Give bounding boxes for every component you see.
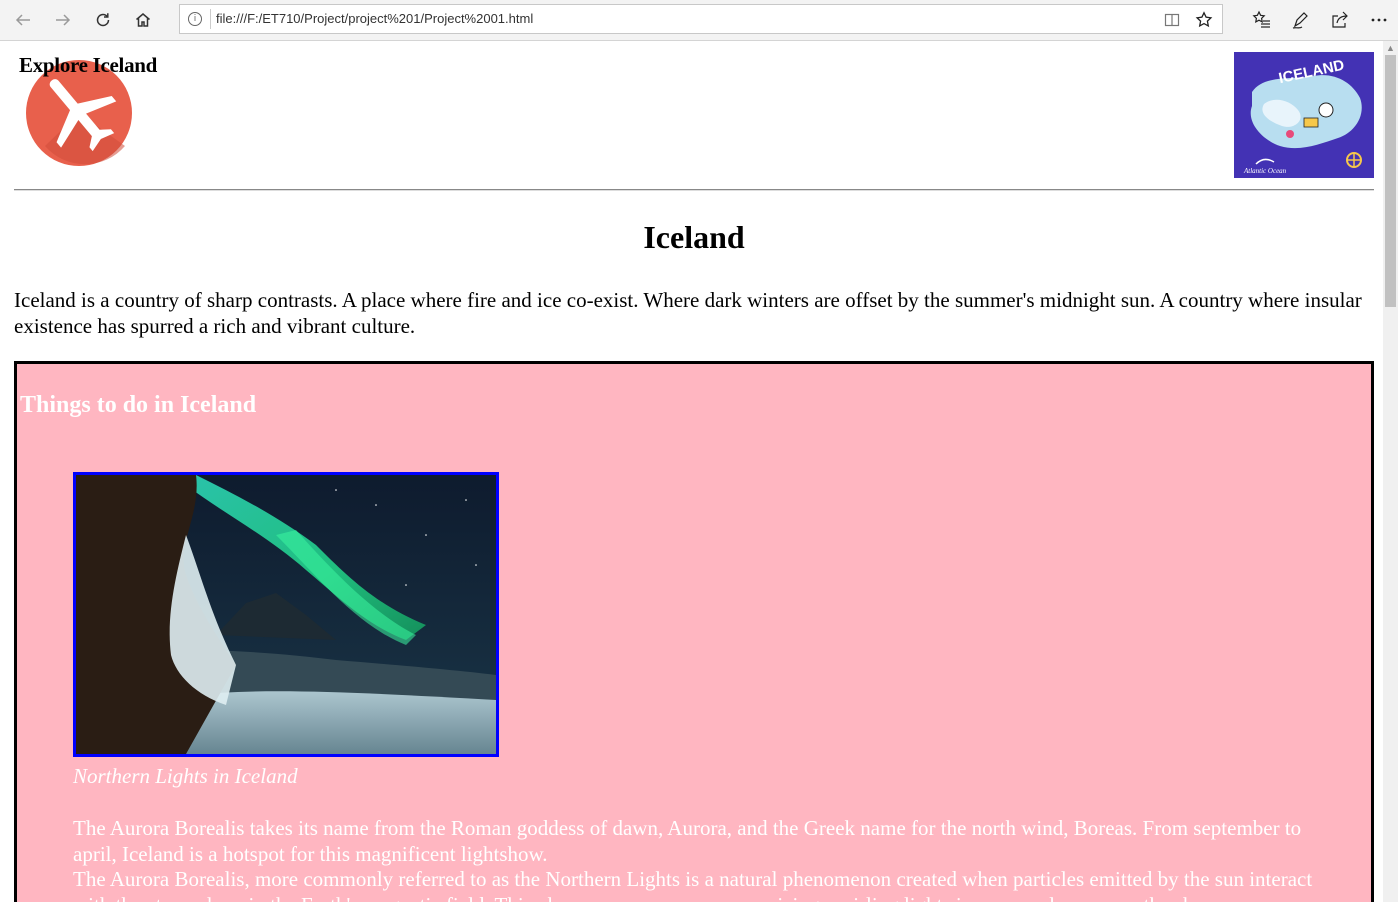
refresh-button[interactable] [89, 6, 117, 34]
refresh-icon [96, 13, 110, 27]
scroll-up-arrow-icon[interactable]: ▲ [1386, 43, 1395, 53]
photo-caption: Northern Lights in Iceland [73, 764, 298, 788]
address-divider [210, 9, 211, 29]
vertical-scrollbar[interactable]: ▲ [1383, 41, 1398, 902]
address-bar[interactable]: i file:///F:/ET710/Project/project%201/P… [179, 4, 1223, 34]
url-text[interactable]: file:///F:/ET710/Project/project%201/Pro… [216, 11, 533, 26]
site-info-icon[interactable]: i [188, 12, 202, 26]
share-icon[interactable] [1328, 8, 1352, 32]
favorites-list-icon[interactable] [1250, 8, 1274, 32]
aurora-paragraph-1: The Aurora Borealis takes its name from … [73, 816, 1302, 866]
pen-icon[interactable] [1289, 8, 1313, 32]
things-to-do-section: Things to do in Iceland Northern Lights … [14, 361, 1374, 902]
home-icon [136, 13, 150, 27]
intro-paragraph: Iceland is a country of sharp contrasts.… [14, 288, 1362, 338]
forward-arrow-icon [56, 14, 71, 26]
back-button[interactable] [9, 6, 37, 34]
browser-toolbar: i file:///F:/ET710/Project/project%201/P… [0, 0, 1398, 41]
reading-view-icon[interactable] [1162, 10, 1182, 30]
header-divider [14, 189, 1374, 191]
more-icon[interactable] [1367, 8, 1391, 32]
section-heading: Things to do in Iceland [20, 392, 257, 418]
brand-title: Explore Iceland [19, 53, 158, 77]
home-button[interactable] [129, 6, 157, 34]
scroll-thumb[interactable] [1385, 55, 1396, 307]
iceland-map-image: ICELAND Atlantic Ocean [1234, 52, 1374, 178]
page-title: Iceland [643, 219, 745, 255]
back-arrow-icon [15, 14, 30, 26]
map-subtitle: Atlantic Ocean [1243, 167, 1287, 175]
favorite-star-icon[interactable] [1194, 10, 1214, 30]
forward-button[interactable] [49, 6, 77, 34]
northern-lights-photo [73, 472, 499, 757]
aurora-description: The Aurora Borealis takes its name from … [73, 816, 1333, 902]
page-viewport: Explore Iceland ICELAND Atlantic Ocean I [0, 41, 1383, 902]
aurora-paragraph-2: The Aurora Borealis, more commonly refer… [73, 867, 1313, 902]
